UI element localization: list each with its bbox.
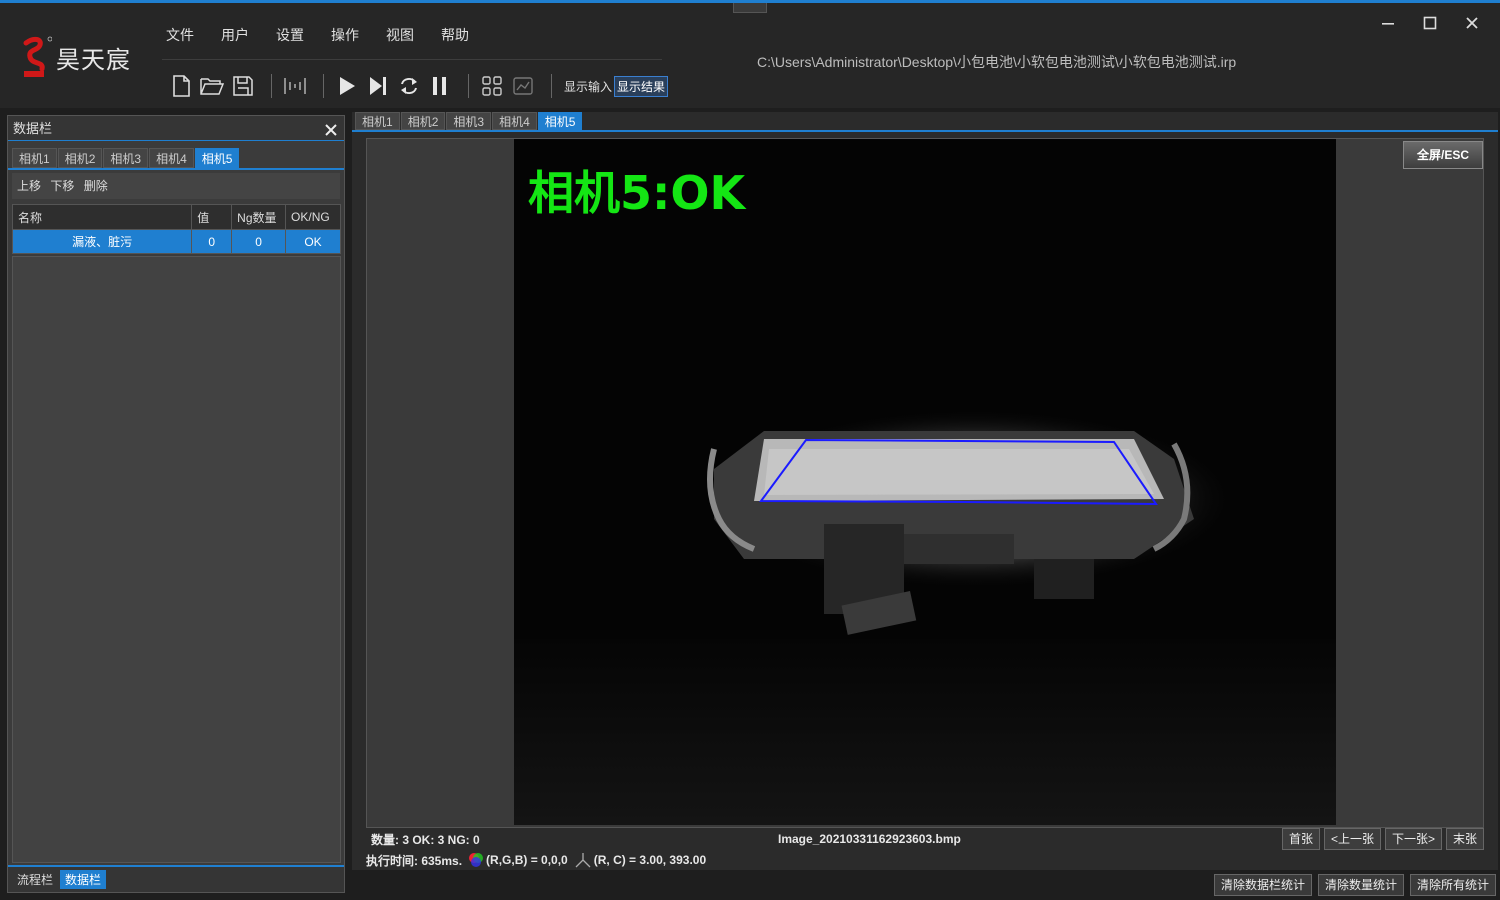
run-once-icon[interactable]	[334, 73, 360, 99]
project-path: C:\Users\Administrator\Desktop\小包电池\小软包电…	[757, 54, 1237, 70]
first-image-button[interactable]: 首张	[1281, 828, 1320, 850]
image-tab-camera2[interactable]: 相机2	[400, 112, 446, 130]
move-up-button[interactable]: 上移	[17, 179, 41, 193]
new-file-icon[interactable]	[168, 73, 194, 99]
clear-data-stats-button[interactable]: 清除数据栏统计	[1213, 874, 1312, 896]
count-summary: 数量: 3 OK: 3 NG: 0	[371, 832, 480, 847]
image-status-bar: 数量: 3 OK: 3 NG: 0 Image_2021033116292360…	[366, 828, 1484, 850]
column-header-ng-count[interactable]: Ng数量	[231, 204, 287, 230]
minimize-icon[interactable]	[1380, 15, 1396, 31]
row-col-value: (R, C) = 3.00, 393.00	[593, 853, 707, 867]
logo-seal-icon	[20, 35, 53, 79]
image-viewer[interactable]: 相机5:OK 全屏/ESC	[366, 138, 1484, 828]
main-menu: 文件 用户 设置 操作 视图 帮助	[166, 25, 496, 45]
maximize-icon[interactable]	[1422, 15, 1438, 31]
image-camera-tabs: 相机1 相机2 相机3 相机4 相机5	[352, 112, 1498, 132]
close-window-icon[interactable]	[1464, 15, 1480, 31]
data-tab-camera1[interactable]: 相机1	[12, 148, 57, 168]
image-nav: 首张 <上一张 下一张> 末张	[1281, 828, 1484, 850]
last-image-button[interactable]: 末张	[1445, 828, 1484, 850]
clear-all-stats-button[interactable]: 清除所有统计	[1409, 874, 1496, 896]
data-tab-camera5[interactable]: 相机5	[194, 148, 240, 168]
window-grip-handle[interactable]	[733, 3, 767, 13]
app-logo: 昊天宸	[20, 35, 131, 79]
toolbar: 显示输入 显示结果	[168, 71, 669, 101]
data-panel-header: 数据栏	[8, 116, 344, 141]
clear-count-stats-button[interactable]: 清除数量统计	[1317, 874, 1404, 896]
grid-layout-icon[interactable]	[479, 73, 505, 99]
pause-icon[interactable]	[427, 73, 453, 99]
save-icon[interactable]	[230, 73, 256, 99]
battery-image-render	[514, 409, 1336, 825]
data-tab-camera2[interactable]: 相机2	[57, 148, 103, 168]
show-input-toggle[interactable]: 显示输入	[562, 77, 614, 96]
tab-flow-panel[interactable]: 流程栏	[12, 870, 58, 889]
cell-result: OK	[285, 229, 341, 254]
camera-image[interactable]: 相机5:OK	[514, 139, 1336, 825]
data-panel: 数据栏 相机1 相机2 相机3 相机4 相机5 上移 下移 删除 名称 值 Ng…	[7, 115, 345, 893]
column-header-value[interactable]: 值	[191, 204, 233, 230]
toolbar-divider	[468, 74, 469, 98]
column-header-name[interactable]: 名称	[11, 204, 193, 230]
image-filename: Image_20210331162923603.bmp	[778, 832, 961, 846]
show-result-toggle[interactable]: 显示结果	[614, 75, 669, 97]
menu-settings[interactable]: 设置	[276, 25, 304, 45]
image-tab-camera1[interactable]: 相机1	[355, 112, 400, 130]
toolbar-divider	[551, 74, 552, 98]
next-image-button[interactable]: 下一张>	[1384, 828, 1442, 850]
loop-run-icon[interactable]	[396, 73, 422, 99]
coordinate-icon	[574, 852, 592, 868]
image-tab-camera3[interactable]: 相机3	[446, 112, 492, 130]
chart-icon[interactable]	[510, 73, 536, 99]
rgb-value: (R,G,B) = 0,0,0	[486, 853, 568, 867]
title-bar: 昊天宸 文件 用户 设置 操作 视图 帮助 显示输入 显示结果 C:\Users…	[0, 0, 1500, 108]
menu-operate[interactable]: 操作	[331, 25, 359, 45]
data-tab-camera4[interactable]: 相机4	[149, 148, 194, 168]
pixel-info-bar: 执行时间: 635ms. (R,G,B) = 0,0,0 (R, C) = 3.…	[366, 850, 706, 870]
table-row[interactable]: 漏液、脏污 0 0 OK	[11, 229, 341, 254]
stats-bar: 清除数据栏统计 清除数量统计 清除所有统计	[352, 874, 1498, 898]
cell-ng-count: 0	[231, 229, 287, 254]
menu-file[interactable]: 文件	[166, 25, 194, 45]
cell-value: 0	[191, 229, 233, 254]
step-icon[interactable]	[365, 73, 391, 99]
move-down-button[interactable]: 下移	[50, 179, 74, 193]
tab-data-panel[interactable]: 数据栏	[60, 870, 107, 889]
image-tab-camera4[interactable]: 相机4	[492, 112, 537, 130]
image-area: 相机1 相机2 相机3 相机4 相机5 相机5:OK 全屏/ESC 数量: 3 …	[352, 112, 1498, 870]
data-table-empty-area	[12, 256, 341, 863]
data-panel-camera-tabs: 相机1 相机2 相机3 相机4 相机5	[8, 148, 344, 170]
row-actions: 上移 下移 删除	[12, 173, 340, 199]
column-header-ok-ng[interactable]: OK/NG	[285, 204, 341, 230]
fit-view-icon[interactable]	[282, 73, 308, 99]
open-folder-icon[interactable]	[199, 73, 225, 99]
menu-divider	[162, 59, 662, 60]
menu-view[interactable]: 视图	[386, 25, 414, 45]
menu-help[interactable]: 帮助	[441, 25, 469, 45]
inspection-result-overlay: 相机5:OK	[528, 166, 746, 220]
panel-bottom-tabs: 流程栏 数据栏	[8, 865, 344, 892]
exec-time: 执行时间: 635ms.	[366, 853, 463, 868]
prev-image-button[interactable]: <上一张	[1323, 828, 1381, 850]
close-panel-icon[interactable]	[324, 120, 338, 136]
data-tab-camera3[interactable]: 相机3	[103, 148, 149, 168]
toolbar-divider	[271, 74, 272, 98]
cell-name: 漏液、脏污	[11, 229, 193, 254]
table-header-row: 名称 值 Ng数量 OK/NG	[11, 204, 341, 230]
rgb-icon	[468, 852, 484, 868]
toolbar-divider	[323, 74, 324, 98]
fullscreen-button[interactable]: 全屏/ESC	[1403, 141, 1483, 169]
data-table: 名称 值 Ng数量 OK/NG 漏液、脏污 0 0 OK	[11, 204, 341, 254]
data-panel-title: 数据栏	[13, 121, 53, 136]
window-controls	[1380, 15, 1480, 31]
menu-user[interactable]: 用户	[221, 25, 249, 45]
brand-name: 昊天宸	[56, 46, 131, 74]
image-tab-camera5[interactable]: 相机5	[537, 112, 583, 130]
delete-button[interactable]: 删除	[84, 179, 108, 193]
